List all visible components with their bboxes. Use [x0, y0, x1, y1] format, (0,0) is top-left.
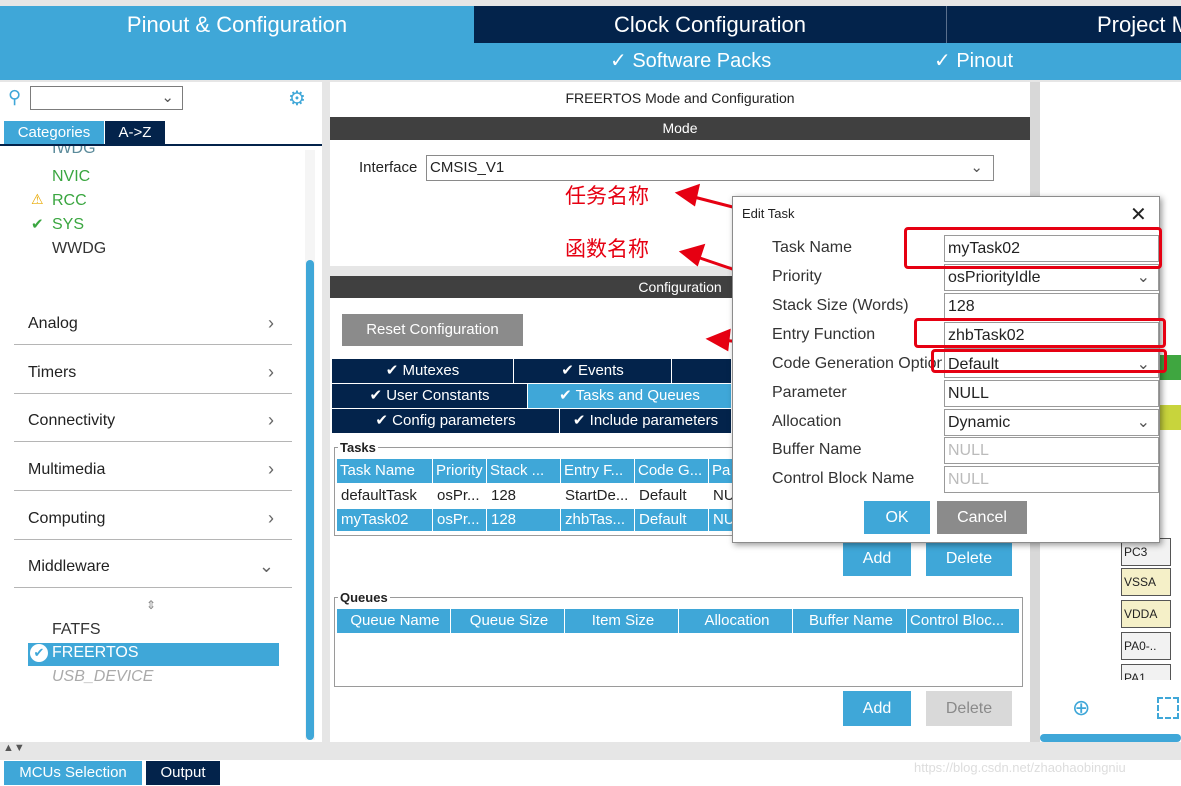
tab-mcus-selection[interactable]: MCUs Selection — [4, 761, 142, 785]
allocation-select[interactable]: Dynamic ⌄ — [944, 409, 1159, 436]
parameter-input[interactable]: NULL — [944, 380, 1159, 407]
chevron-down-icon: ⌄ — [1136, 414, 1150, 431]
highlight-task-name — [904, 227, 1162, 269]
label-parameter: Parameter — [772, 384, 847, 401]
highlight-code-generation — [931, 349, 1167, 373]
label-stack-size: Stack Size (Words) — [772, 297, 909, 314]
ok-button[interactable]: OK — [864, 501, 930, 534]
annotation-task-name: 任务名称 — [565, 184, 649, 208]
watermark: https://blog.csdn.net/zhaohaobingniu — [914, 760, 1126, 775]
control-block-name-input: NULL — [944, 466, 1159, 493]
stack-size-input[interactable]: 128 — [944, 293, 1159, 320]
close-icon[interactable]: ✕ — [1130, 202, 1147, 227]
tab-output[interactable]: Output — [146, 761, 220, 785]
allocation-value: Dynamic — [948, 414, 1011, 431]
label-entry-function: Entry Function — [772, 326, 876, 343]
collapse-arrows-icon[interactable]: ▲▼ — [3, 742, 25, 754]
cancel-button[interactable]: Cancel — [937, 501, 1027, 534]
annotation-function-name: 函数名称 — [565, 237, 649, 261]
highlight-entry-function — [914, 318, 1166, 348]
bottom-splitter[interactable]: ▲▼ — [0, 742, 1181, 760]
label-control-block-name: Control Block Name — [772, 470, 915, 487]
label-buffer-name: Buffer Name — [772, 441, 862, 458]
label-code-generation: Code Generation Option — [772, 355, 942, 372]
label-task-name: Task Name — [772, 239, 853, 256]
buffer-name-input: NULL — [944, 437, 1159, 464]
label-priority: Priority — [772, 268, 822, 285]
priority-value: osPriorityIdle — [948, 269, 1041, 286]
dialog-title: Edit Task — [742, 206, 795, 221]
label-allocation: Allocation — [772, 413, 842, 430]
